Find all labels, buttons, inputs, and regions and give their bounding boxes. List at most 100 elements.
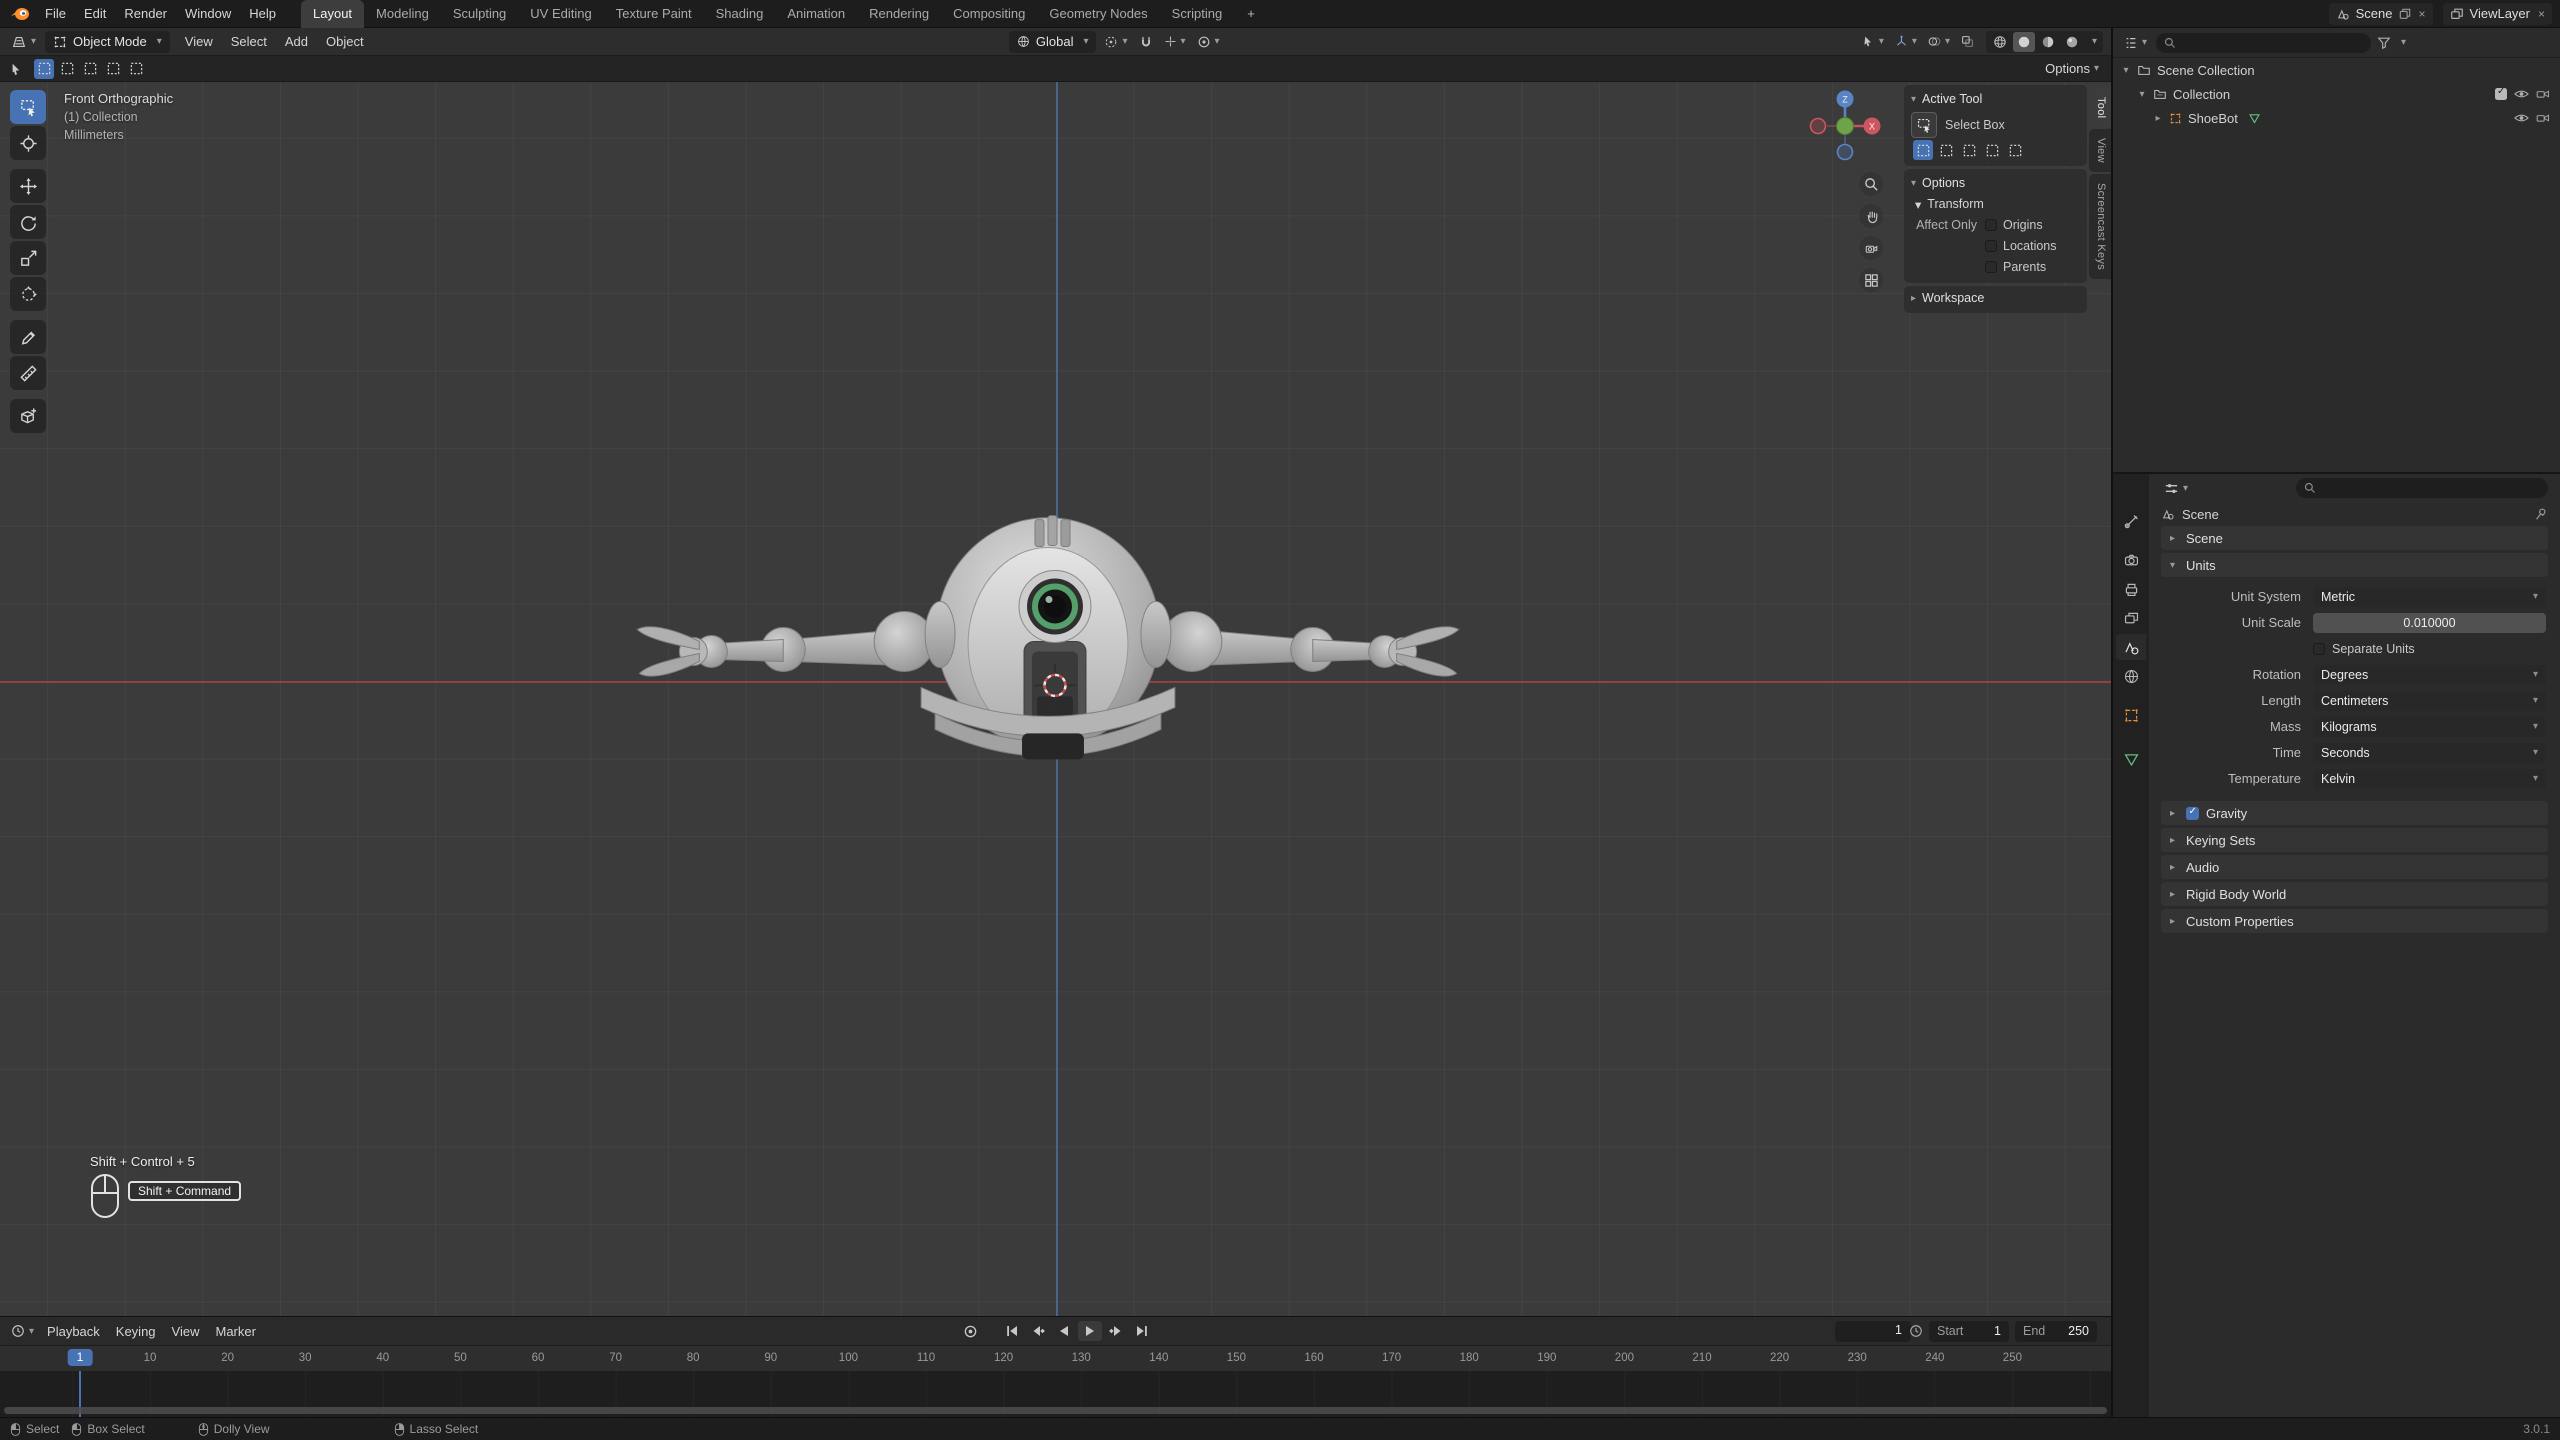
outliner-row-object[interactable]: ▸ ShoeBot [2113,106,2560,130]
robot-model[interactable] [0,82,2111,1315]
collection-checkbox[interactable] [2495,88,2507,100]
select-mode-button[interactable] [2005,140,2025,160]
delete-scene-button[interactable]: × [2419,7,2426,21]
tool-measure[interactable] [10,356,46,390]
property-widget[interactable]: Centimeters ▾ [2313,691,2546,711]
workspace-tab[interactable]: Modeling [364,0,441,28]
viewport-menu-item[interactable]: View [176,30,222,53]
tab-scene-properties[interactable] [2116,634,2146,660]
tool-rotate[interactable] [10,205,46,239]
properties-section-header[interactable]: ▸ Keying Sets [2161,828,2548,852]
timeline-menu-item[interactable]: Keying [108,1321,164,1342]
gizmo-y-axis[interactable] [1837,118,1854,135]
app-menu-item[interactable]: File [36,2,75,25]
property-widget[interactable]: Kelvin ▾ [2313,769,2546,789]
outliner-editor-type-button[interactable]: ▾ [2121,34,2150,52]
property-widget[interactable]: Degrees ▾ [2313,665,2546,685]
origins-checkbox[interactable] [1985,219,1997,231]
shading-material-button[interactable] [2037,32,2059,52]
show-overlays-toggle[interactable]: ▾ [1925,33,1953,50]
tab-tool-properties[interactable] [2116,508,2146,534]
navigation-gizmo[interactable]: Z X [1807,88,1883,164]
tool-select-box[interactable] [10,90,46,124]
timeline-menu-item[interactable]: Marker [207,1321,263,1342]
property-widget[interactable]: 0.010000 ▾ [2313,613,2546,633]
properties-section-header[interactable]: ▸ Audio [2161,855,2548,879]
play-reverse-button[interactable] [1052,1321,1076,1341]
workspace-tab[interactable]: Compositing [941,0,1037,28]
transform-subpanel-header[interactable]: ▾ Transform [1911,194,2080,214]
workspace-tab[interactable]: Rendering [857,0,941,28]
xray-toggle[interactable] [1958,33,1977,50]
property-widget[interactable]: Separate Units ▾ [2313,639,2546,659]
prev-keyframe-button[interactable] [1026,1321,1050,1341]
tool-annotate[interactable] [10,320,46,354]
property-widget[interactable]: Metric ▾ [2313,587,2546,607]
tool-add-cube[interactable] [10,399,46,433]
hide-viewport-eye-icon[interactable] [2514,89,2529,99]
timeline-scrollbar[interactable] [4,1407,2107,1414]
properties-search-input[interactable] [2296,478,2548,498]
play-button[interactable] [1078,1321,1102,1341]
gizmo-minus-z-axis[interactable] [1838,145,1853,160]
tab-output-properties[interactable] [2116,576,2146,602]
workspace-tab[interactable]: Sculpting [441,0,518,28]
gravity-checkbox[interactable] [2186,807,2199,820]
viewlayer-selector[interactable]: ViewLayer × [2443,3,2552,25]
viewport-canvas[interactable]: Front Orthographic (1) Collection Millim… [0,82,2111,1316]
timeline-ruler[interactable]: 1020304050607080901001101201301401501601… [0,1345,2111,1371]
timeline-menu-item[interactable]: Playback [39,1321,108,1342]
next-keyframe-button[interactable] [1104,1321,1128,1341]
pan-button[interactable] [1859,204,1883,228]
app-menu-item[interactable]: Render [115,2,176,25]
property-widget[interactable]: Seconds ▾ [2313,743,2546,763]
filter-icon[interactable] [2377,36,2391,50]
orientation-dropdown[interactable]: Global ▾ [1009,31,1097,53]
app-menu-item[interactable]: Help [240,2,285,25]
properties-editor-type-button[interactable]: ▾ [2161,479,2191,498]
shading-wireframe-button[interactable] [1989,32,2011,52]
zoom-button[interactable] [1859,172,1883,196]
gizmo-minus-x-axis[interactable] [1811,119,1826,134]
outliner-display-mode-dropdown[interactable]: ▾ [2401,37,2406,48]
select-mode-button[interactable] [1936,140,1956,160]
outliner-row-scene-collection[interactable]: ▾ Scene Collection [2113,58,2560,82]
delete-viewlayer-button[interactable]: × [2538,7,2545,21]
parents-checkbox[interactable] [1985,261,1997,273]
toggle-ortho-button[interactable] [1859,268,1883,292]
active-tool-header[interactable]: ▾ Active Tool [1911,88,2080,110]
workspace-tab[interactable]: UV Editing [518,0,603,28]
new-scene-icon[interactable] [2399,8,2411,20]
property-checkbox[interactable] [2313,643,2325,655]
tool-scale[interactable] [10,241,46,275]
object-visibility-dropdown[interactable]: ▾ [1859,33,1887,50]
app-menu-item[interactable]: Edit [75,2,115,25]
disable-render-camera-icon[interactable] [2536,88,2550,100]
auto-keying-toggle[interactable] [958,1321,982,1341]
add-workspace-button[interactable]: + [1240,2,1262,25]
workspace-tab[interactable]: Shading [704,0,776,28]
blender-logo-button[interactable] [10,6,30,22]
tool-move[interactable] [10,169,46,203]
workspace-tab[interactable]: Geometry Nodes [1037,0,1159,28]
select-mode-button[interactable] [1982,140,2002,160]
show-gizmos-toggle[interactable]: ▾ [1892,33,1920,50]
pivot-point-dropdown[interactable]: ▾ [1101,33,1130,51]
workspace-tab[interactable]: Texture Paint [604,0,704,28]
options-header[interactable]: ▾ Options [1911,172,2080,194]
properties-section-header[interactable]: ▸ Custom Properties [2161,909,2548,933]
tab-world-properties[interactable] [2116,663,2146,689]
pin-icon[interactable] [2534,507,2548,521]
select-mode-button[interactable] [34,59,54,79]
tab-object-properties[interactable] [2116,702,2146,728]
playhead-badge[interactable]: 1 [68,1349,93,1366]
outliner-search-input[interactable] [2156,33,2371,53]
outliner-row-collection[interactable]: ▾ Collection [2113,82,2560,106]
tab-object-data-properties[interactable] [2116,746,2146,772]
editor-type-button[interactable]: ▾ [8,32,39,52]
jump-to-end-button[interactable] [1130,1321,1154,1341]
locations-checkbox[interactable] [1985,240,1997,252]
end-frame-field[interactable]: End 250 [2015,1321,2097,1342]
units-section-header[interactable]: ▾ Units [2161,553,2548,577]
mode-dropdown[interactable]: Object Mode ▾ [45,31,170,53]
